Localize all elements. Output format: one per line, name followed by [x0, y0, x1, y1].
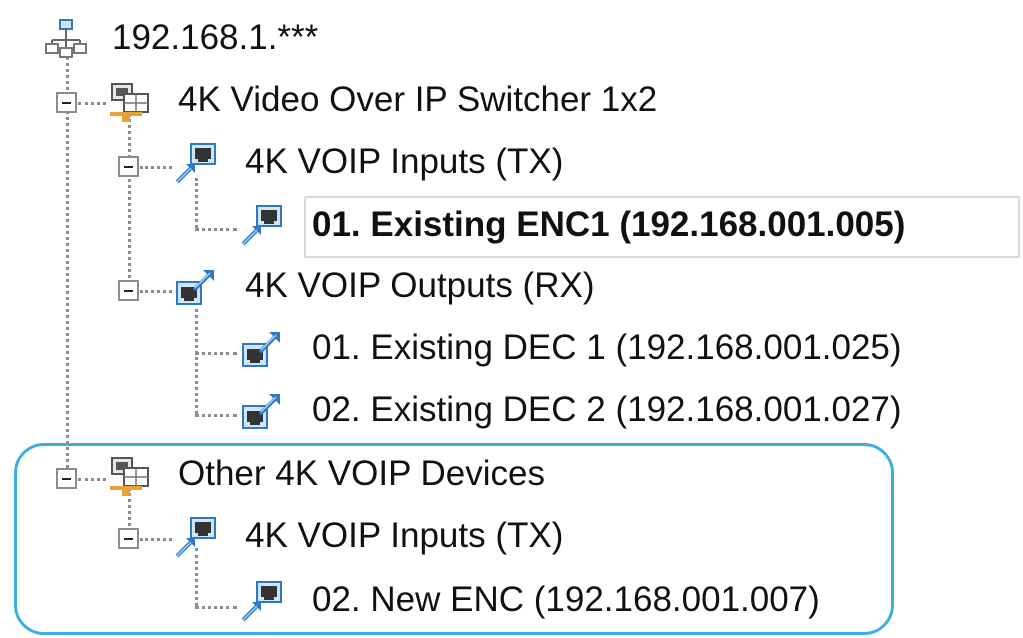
- tree-node-label: 192.168.1.***: [112, 18, 319, 57]
- decoder-group-icon: [174, 266, 218, 310]
- tree-node-label: 02. Existing DEC 2 (192.168.001.027): [312, 390, 902, 429]
- tree-connector: [195, 302, 198, 414]
- encoder-icon: [240, 204, 284, 248]
- switcher-device-icon: [108, 80, 152, 124]
- tree-connector: [128, 114, 131, 290]
- tree-connector: [195, 352, 237, 355]
- tree-node-label: 01. Existing DEC 1 (192.168.001.025): [312, 328, 902, 367]
- device-tree: 192.168.1.*** 4K Video Over IP Switcher …: [0, 0, 1023, 638]
- tree-node-label: 01. Existing ENC1 (192.168.001.005): [312, 205, 906, 244]
- collapse-toggle[interactable]: [118, 280, 139, 301]
- tree-node-label: 4K Video Over IP Switcher 1x2: [178, 80, 658, 119]
- highlight-box: [14, 443, 894, 635]
- collapse-toggle[interactable]: [56, 92, 77, 113]
- collapse-toggle[interactable]: [118, 156, 139, 177]
- tree-connector: [140, 166, 172, 169]
- tree-connector: [78, 102, 106, 105]
- tree-connector: [195, 414, 237, 417]
- tree-node-label: 4K VOIP Outputs (RX): [245, 266, 595, 305]
- tree-connector: [195, 228, 237, 231]
- tree-connector: [66, 56, 69, 476]
- tree-node-label: 4K VOIP Inputs (TX): [245, 142, 564, 181]
- decoder-icon: [240, 390, 284, 434]
- decoder-icon: [240, 328, 284, 372]
- encoder-group-icon: [174, 142, 218, 186]
- network-icon: [44, 18, 88, 62]
- tree-connector: [140, 290, 172, 293]
